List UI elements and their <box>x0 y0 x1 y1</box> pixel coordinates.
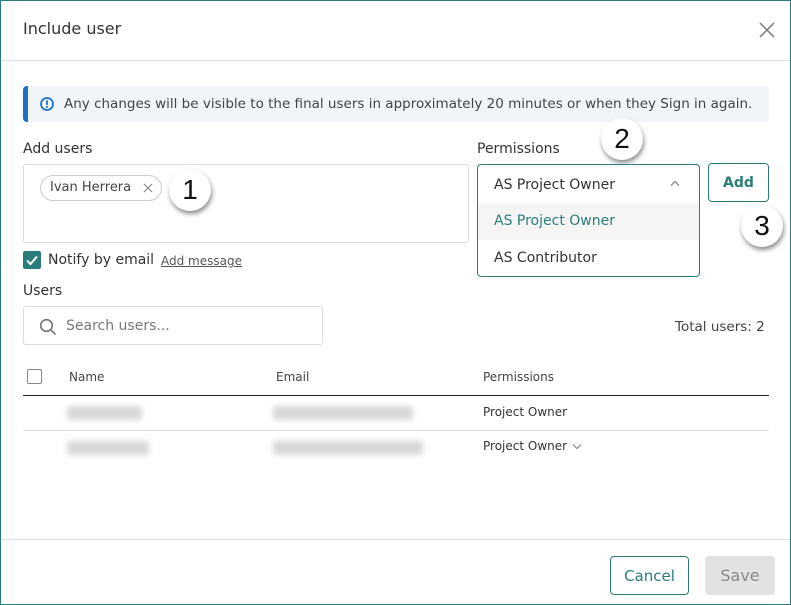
column-header-email[interactable]: Email <box>276 370 309 384</box>
row-permission-dropdown[interactable]: Project Owner <box>483 439 582 453</box>
cancel-button[interactable]: Cancel <box>610 556 689 595</box>
search-users-input[interactable] <box>66 313 316 339</box>
user-chip-label: Ivan Herrera <box>50 180 132 195</box>
redacted-email <box>273 406 413 420</box>
annotation-badge-2: 2 <box>601 118 643 160</box>
notify-by-email-checkbox[interactable] <box>23 251 41 269</box>
column-header-permissions[interactable]: Permissions <box>483 370 554 384</box>
user-chip: Ivan Herrera <box>40 175 163 201</box>
chevron-down-icon <box>572 444 582 450</box>
redacted-name <box>67 441 149 455</box>
annotation-badge-3: 3 <box>741 205 783 247</box>
row-divider <box>23 430 769 431</box>
users-label: Users <box>23 283 63 299</box>
info-text: Any changes will be visible to the final… <box>64 96 753 112</box>
search-icon <box>39 318 57 336</box>
permissions-selected-value[interactable]: AS Project Owner <box>478 165 699 203</box>
chevron-up-icon <box>670 180 680 186</box>
permissions-option-project-owner[interactable]: AS Project Owner <box>478 203 699 240</box>
info-banner: Any changes will be visible to the final… <box>23 86 769 122</box>
table-header-divider <box>23 395 769 396</box>
permissions-option-contributor[interactable]: AS Contributor <box>478 240 699 276</box>
permissions-selected-label: AS Project Owner <box>494 177 615 193</box>
save-button[interactable]: Save <box>705 556 775 595</box>
permissions-label: Permissions <box>477 141 560 157</box>
remove-chip-icon[interactable] <box>143 183 153 193</box>
column-header-name[interactable]: Name <box>69 370 104 384</box>
include-user-dialog: Include user Any changes will be visible… <box>0 0 791 605</box>
dialog-header: Include user <box>1 1 790 61</box>
close-icon[interactable] <box>757 20 777 40</box>
redacted-email <box>273 441 423 455</box>
row-permission-label: Project Owner <box>483 439 568 453</box>
notify-by-email-label: Notify by email <box>48 252 155 268</box>
search-users-field[interactable] <box>23 306 323 345</box>
redacted-name <box>67 406 142 420</box>
footer-divider <box>1 539 790 540</box>
add-button[interactable]: Add <box>708 163 769 202</box>
permissions-dropdown[interactable]: AS Project Owner AS Project Owner AS Con… <box>477 164 700 277</box>
row-permission: Project Owner <box>483 405 568 419</box>
add-message-link[interactable]: Add message <box>161 254 242 268</box>
dialog-title: Include user <box>23 19 122 38</box>
select-all-checkbox[interactable] <box>27 369 42 384</box>
add-users-input[interactable]: Ivan Herrera <box>23 164 469 243</box>
info-icon <box>40 97 54 111</box>
checkmark-icon <box>26 255 38 266</box>
annotation-badge-1: 1 <box>169 169 211 211</box>
add-users-label: Add users <box>23 141 93 157</box>
total-users-count: Total users: 2 <box>675 319 765 335</box>
